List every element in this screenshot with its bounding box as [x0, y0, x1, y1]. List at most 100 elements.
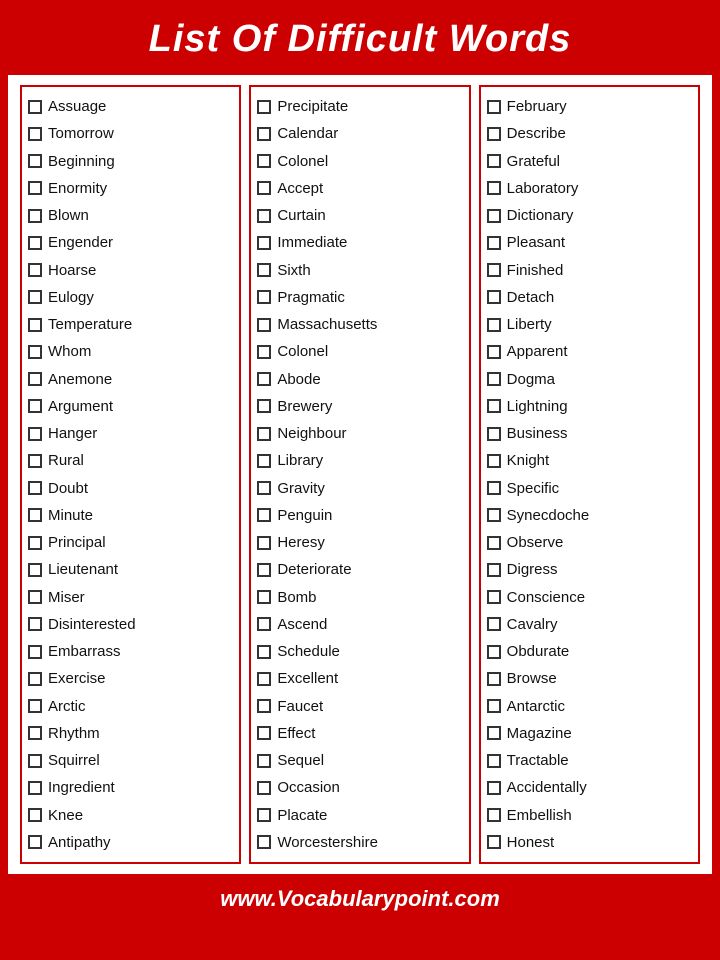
word-label: Faucet: [277, 695, 323, 718]
word-label: Dictionary: [507, 204, 574, 227]
list-item: Calendar: [255, 120, 464, 147]
word-label: Colonel: [277, 150, 328, 173]
checkbox-icon[interactable]: [257, 372, 271, 386]
checkbox-icon[interactable]: [487, 181, 501, 195]
checkbox-icon[interactable]: [487, 209, 501, 223]
checkbox-icon[interactable]: [257, 835, 271, 849]
word-label: Laboratory: [507, 177, 579, 200]
checkbox-icon[interactable]: [257, 209, 271, 223]
word-label: Gravity: [277, 477, 325, 500]
checkbox-icon[interactable]: [487, 508, 501, 522]
checkbox-icon[interactable]: [487, 754, 501, 768]
checkbox-icon[interactable]: [257, 454, 271, 468]
checkbox-icon[interactable]: [487, 536, 501, 550]
word-label: Specific: [507, 477, 560, 500]
checkbox-icon[interactable]: [28, 372, 42, 386]
checkbox-icon[interactable]: [257, 699, 271, 713]
checkbox-icon[interactable]: [28, 699, 42, 713]
checkbox-icon[interactable]: [257, 617, 271, 631]
checkbox-icon[interactable]: [28, 345, 42, 359]
checkbox-icon[interactable]: [257, 181, 271, 195]
checkbox-icon[interactable]: [28, 181, 42, 195]
checkbox-icon[interactable]: [257, 290, 271, 304]
checkbox-icon[interactable]: [487, 454, 501, 468]
checkbox-icon[interactable]: [28, 590, 42, 604]
checkbox-icon[interactable]: [257, 563, 271, 577]
checkbox-icon[interactable]: [28, 481, 42, 495]
checkbox-icon[interactable]: [28, 808, 42, 822]
checkbox-icon[interactable]: [487, 100, 501, 114]
checkbox-icon[interactable]: [28, 508, 42, 522]
checkbox-icon[interactable]: [487, 290, 501, 304]
checkbox-icon[interactable]: [487, 590, 501, 604]
list-item: Digress: [485, 556, 694, 583]
checkbox-icon[interactable]: [487, 699, 501, 713]
checkbox-icon[interactable]: [487, 154, 501, 168]
checkbox-icon[interactable]: [257, 427, 271, 441]
checkbox-icon[interactable]: [28, 236, 42, 250]
word-label: Beginning: [48, 150, 115, 173]
checkbox-icon[interactable]: [487, 645, 501, 659]
checkbox-icon[interactable]: [257, 726, 271, 740]
checkbox-icon[interactable]: [28, 127, 42, 141]
checkbox-icon[interactable]: [28, 427, 42, 441]
checkbox-icon[interactable]: [257, 808, 271, 822]
checkbox-icon[interactable]: [487, 726, 501, 740]
checkbox-icon[interactable]: [257, 590, 271, 604]
checkbox-icon[interactable]: [257, 263, 271, 277]
checkbox-icon[interactable]: [257, 508, 271, 522]
word-label: Precipitate: [277, 95, 348, 118]
checkbox-icon[interactable]: [487, 672, 501, 686]
checkbox-icon[interactable]: [487, 481, 501, 495]
list-item: Embarrass: [26, 638, 235, 665]
checkbox-icon[interactable]: [257, 236, 271, 250]
checkbox-icon[interactable]: [257, 754, 271, 768]
checkbox-icon[interactable]: [28, 209, 42, 223]
checkbox-icon[interactable]: [257, 781, 271, 795]
checkbox-icon[interactable]: [257, 645, 271, 659]
checkbox-icon[interactable]: [28, 726, 42, 740]
checkbox-icon[interactable]: [257, 154, 271, 168]
checkbox-icon[interactable]: [28, 672, 42, 686]
word-label: Abode: [277, 368, 320, 391]
checkbox-icon[interactable]: [28, 454, 42, 468]
word-label: Finished: [507, 259, 564, 282]
checkbox-icon[interactable]: [487, 781, 501, 795]
checkbox-icon[interactable]: [487, 236, 501, 250]
checkbox-icon[interactable]: [28, 781, 42, 795]
checkbox-icon[interactable]: [257, 536, 271, 550]
list-item: Pragmatic: [255, 284, 464, 311]
checkbox-icon[interactable]: [487, 318, 501, 332]
checkbox-icon[interactable]: [487, 127, 501, 141]
word-label: Detach: [507, 286, 555, 309]
checkbox-icon[interactable]: [487, 345, 501, 359]
checkbox-icon[interactable]: [28, 263, 42, 277]
checkbox-icon[interactable]: [487, 617, 501, 631]
checkbox-icon[interactable]: [28, 835, 42, 849]
checkbox-icon[interactable]: [28, 754, 42, 768]
checkbox-icon[interactable]: [487, 399, 501, 413]
checkbox-icon[interactable]: [257, 345, 271, 359]
word-label: Effect: [277, 722, 315, 745]
checkbox-icon[interactable]: [28, 645, 42, 659]
checkbox-icon[interactable]: [487, 263, 501, 277]
checkbox-icon[interactable]: [28, 290, 42, 304]
checkbox-icon[interactable]: [487, 563, 501, 577]
checkbox-icon[interactable]: [487, 835, 501, 849]
checkbox-icon[interactable]: [487, 808, 501, 822]
checkbox-icon[interactable]: [257, 100, 271, 114]
checkbox-icon[interactable]: [257, 127, 271, 141]
checkbox-icon[interactable]: [28, 536, 42, 550]
checkbox-icon[interactable]: [28, 154, 42, 168]
checkbox-icon[interactable]: [28, 318, 42, 332]
checkbox-icon[interactable]: [487, 427, 501, 441]
checkbox-icon[interactable]: [28, 563, 42, 577]
checkbox-icon[interactable]: [257, 672, 271, 686]
checkbox-icon[interactable]: [257, 399, 271, 413]
checkbox-icon[interactable]: [28, 617, 42, 631]
checkbox-icon[interactable]: [28, 399, 42, 413]
checkbox-icon[interactable]: [257, 318, 271, 332]
checkbox-icon[interactable]: [28, 100, 42, 114]
checkbox-icon[interactable]: [257, 481, 271, 495]
checkbox-icon[interactable]: [487, 372, 501, 386]
